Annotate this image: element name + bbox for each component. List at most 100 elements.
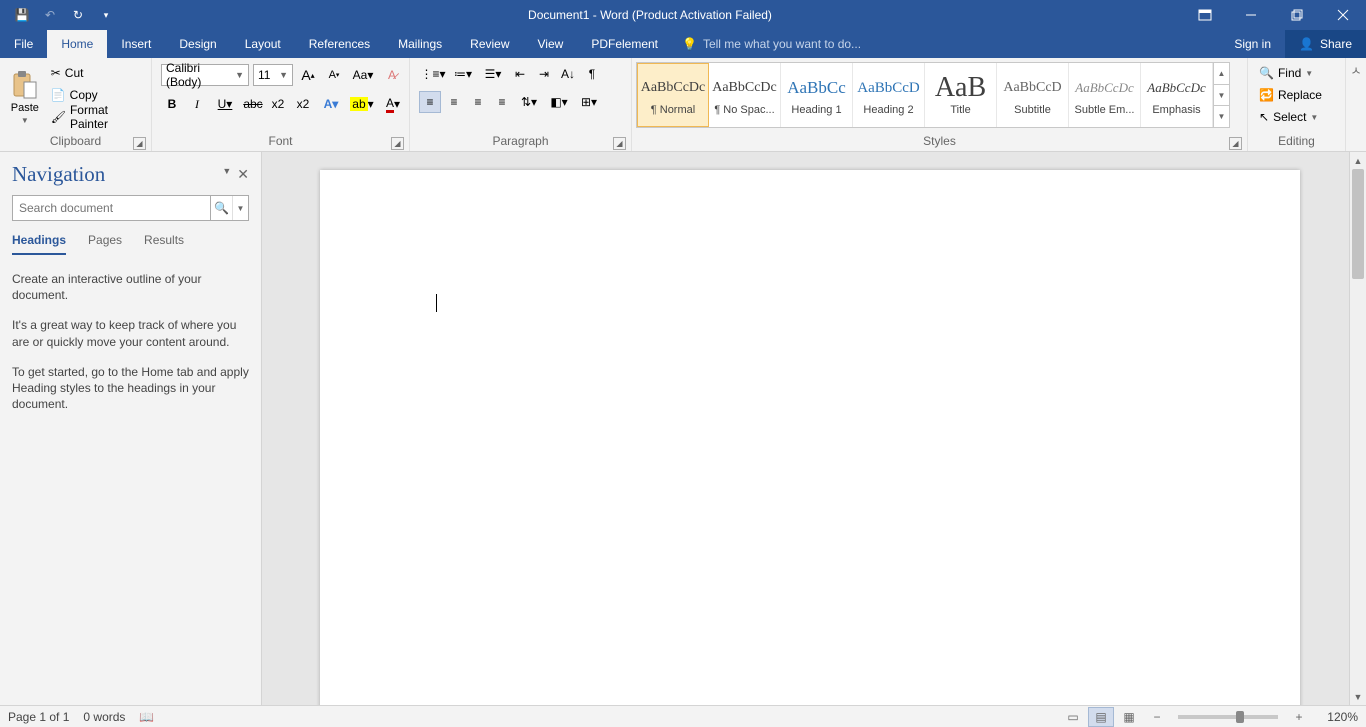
paste-button[interactable]: Paste ▼ bbox=[6, 62, 44, 132]
tab-review[interactable]: Review bbox=[456, 30, 523, 58]
zoom-in-button[interactable]: + bbox=[1286, 707, 1312, 727]
tab-file[interactable]: File bbox=[0, 30, 47, 58]
tab-layout[interactable]: Layout bbox=[231, 30, 295, 58]
decrease-indent-button[interactable]: ⇤ bbox=[509, 63, 531, 85]
style-item-4[interactable]: AaBTitle bbox=[925, 63, 997, 127]
vertical-scrollbar[interactable]: ▲ ▼ bbox=[1349, 152, 1366, 705]
superscript-button[interactable]: x2 bbox=[292, 93, 314, 115]
gallery-more[interactable]: ▼ bbox=[1214, 106, 1229, 127]
style-item-2[interactable]: AaBbCcHeading 1 bbox=[781, 63, 853, 127]
line-spacing-button[interactable]: ⇅▾ bbox=[515, 91, 543, 113]
gallery-up[interactable]: ▲ bbox=[1214, 63, 1229, 85]
ribbon-display-button[interactable] bbox=[1182, 0, 1228, 30]
collapse-ribbon-button[interactable]: ㅅ bbox=[1346, 58, 1366, 151]
nav-search-input[interactable] bbox=[13, 201, 210, 215]
nav-search-dropdown[interactable]: ▼ bbox=[232, 196, 248, 220]
web-layout-button[interactable]: ▦ bbox=[1116, 707, 1142, 727]
bullets-button[interactable]: ⋮≡▾ bbox=[419, 63, 447, 85]
find-label: Find bbox=[1278, 66, 1301, 80]
nav-tab-pages[interactable]: Pages bbox=[88, 229, 122, 255]
document-area[interactable]: ▲ ▼ bbox=[262, 152, 1366, 705]
shrink-font-button[interactable]: A▾ bbox=[323, 64, 345, 86]
format-painter-button[interactable]: 🖌Format Painter bbox=[46, 106, 147, 128]
nav-tab-headings[interactable]: Headings bbox=[12, 229, 66, 255]
close-button[interactable] bbox=[1320, 0, 1366, 30]
nav-search-button[interactable]: 🔍 bbox=[210, 196, 232, 220]
paragraph-dialog-launcher[interactable]: ◢ bbox=[613, 137, 626, 150]
redo-button[interactable]: ↻ bbox=[66, 3, 90, 27]
numbering-button[interactable]: ≔▾ bbox=[449, 63, 477, 85]
tell-me[interactable]: 💡Tell me what you want to do... bbox=[682, 30, 861, 58]
increase-indent-button[interactable]: ⇥ bbox=[533, 63, 555, 85]
tab-references[interactable]: References bbox=[295, 30, 384, 58]
text-effects-button[interactable]: A▾ bbox=[317, 93, 345, 115]
nav-dropdown-icon[interactable]: ▼ bbox=[222, 166, 231, 183]
subscript-button[interactable]: x2 bbox=[267, 93, 289, 115]
gallery-down[interactable]: ▼ bbox=[1214, 85, 1229, 107]
italic-button[interactable]: I bbox=[186, 93, 208, 115]
tab-home[interactable]: Home bbox=[47, 30, 107, 58]
signin-button[interactable]: Sign in bbox=[1220, 30, 1285, 58]
align-right-button[interactable]: ≡ bbox=[467, 91, 489, 113]
style-item-3[interactable]: AaBbCcDHeading 2 bbox=[853, 63, 925, 127]
shading-button[interactable]: ◧▾ bbox=[545, 91, 573, 113]
scroll-thumb[interactable] bbox=[1352, 169, 1364, 279]
shading-icon: ◧ bbox=[550, 95, 561, 109]
bold-button[interactable]: B bbox=[161, 93, 183, 115]
qat-customize[interactable]: ▾ bbox=[94, 3, 118, 27]
zoom-slider[interactable] bbox=[1178, 715, 1278, 719]
minimize-button[interactable] bbox=[1228, 0, 1274, 30]
multilevel-button[interactable]: ☰▾ bbox=[479, 63, 507, 85]
read-mode-button[interactable]: ▭ bbox=[1060, 707, 1086, 727]
borders-button[interactable]: ⊞▾ bbox=[575, 91, 603, 113]
scroll-down-button[interactable]: ▼ bbox=[1350, 688, 1366, 705]
font-dialog-launcher[interactable]: ◢ bbox=[391, 137, 404, 150]
select-button[interactable]: ↖Select▼ bbox=[1254, 106, 1323, 128]
styles-dialog-launcher[interactable]: ◢ bbox=[1229, 137, 1242, 150]
font-name-combo[interactable]: Calibri (Body)▼ bbox=[161, 64, 249, 86]
tab-design[interactable]: Design bbox=[165, 30, 230, 58]
tab-pdfelement[interactable]: PDFelement bbox=[577, 30, 672, 58]
save-button[interactable]: 💾 bbox=[10, 3, 34, 27]
strikethrough-button[interactable]: abc bbox=[242, 93, 264, 115]
share-button[interactable]: 👤Share bbox=[1285, 30, 1366, 58]
show-marks-button[interactable]: ¶ bbox=[581, 63, 603, 85]
justify-button[interactable]: ≡ bbox=[491, 91, 513, 113]
grow-font-button[interactable]: A▴ bbox=[297, 64, 319, 86]
spellcheck-icon[interactable]: 📖 bbox=[139, 710, 154, 724]
highlight-button[interactable]: ab▾ bbox=[348, 93, 376, 115]
sort-button[interactable]: A↓ bbox=[557, 63, 579, 85]
find-button[interactable]: 🔍Find▼ bbox=[1254, 62, 1318, 84]
zoom-thumb[interactable] bbox=[1236, 711, 1244, 723]
tab-view[interactable]: View bbox=[524, 30, 578, 58]
nav-search-box[interactable]: 🔍 ▼ bbox=[12, 195, 249, 221]
zoom-out-button[interactable]: − bbox=[1144, 707, 1170, 727]
style-item-0[interactable]: AaBbCcDc¶ Normal bbox=[637, 63, 709, 127]
style-item-5[interactable]: AaBbCcDSubtitle bbox=[997, 63, 1069, 127]
style-item-7[interactable]: AaBbCcDcEmphasis bbox=[1141, 63, 1213, 127]
font-color-button[interactable]: A▾ bbox=[379, 93, 407, 115]
clipboard-dialog-launcher[interactable]: ◢ bbox=[133, 137, 146, 150]
font-size-combo[interactable]: 11▼ bbox=[253, 64, 293, 86]
tab-insert[interactable]: Insert bbox=[107, 30, 165, 58]
tab-mailings[interactable]: Mailings bbox=[384, 30, 456, 58]
nav-tab-results[interactable]: Results bbox=[144, 229, 184, 255]
style-item-1[interactable]: AaBbCcDc¶ No Spac... bbox=[709, 63, 781, 127]
cut-button[interactable]: ✂Cut bbox=[46, 62, 147, 84]
clear-formatting-button[interactable]: A̷ bbox=[381, 64, 403, 86]
align-left-button[interactable]: ≡ bbox=[419, 91, 441, 113]
undo-button[interactable]: ↶ bbox=[38, 3, 62, 27]
print-layout-button[interactable]: ▤ bbox=[1088, 707, 1114, 727]
word-count[interactable]: 0 words bbox=[83, 710, 125, 724]
zoom-level[interactable]: 120% bbox=[1314, 710, 1358, 724]
document-page[interactable] bbox=[320, 170, 1300, 705]
align-center-button[interactable]: ≡ bbox=[443, 91, 465, 113]
style-item-6[interactable]: AaBbCcDcSubtle Em... bbox=[1069, 63, 1141, 127]
maximize-button[interactable] bbox=[1274, 0, 1320, 30]
change-case-button[interactable]: Aa▾ bbox=[349, 64, 377, 86]
nav-close-button[interactable]: ✕ bbox=[237, 166, 249, 183]
underline-button[interactable]: U▾ bbox=[211, 93, 239, 115]
scroll-up-button[interactable]: ▲ bbox=[1350, 152, 1366, 169]
replace-button[interactable]: 🔁Replace bbox=[1254, 84, 1327, 106]
page-count[interactable]: Page 1 of 1 bbox=[8, 710, 69, 724]
